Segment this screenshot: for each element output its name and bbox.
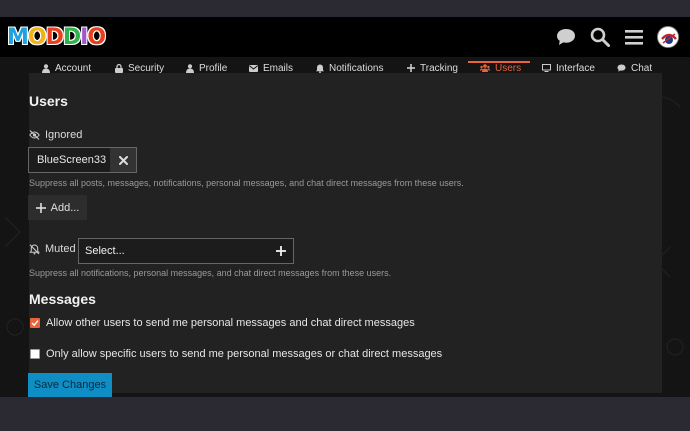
tab-label: Account xyxy=(55,62,92,74)
plus-icon xyxy=(276,246,286,256)
chat-bubble-icon[interactable] xyxy=(554,25,578,49)
ignored-help-text: Suppress all posts, messages, notificati… xyxy=(29,178,464,188)
allow-pm-checkbox[interactable] xyxy=(30,318,40,328)
muted-label: Muted xyxy=(45,243,76,255)
bottom-letterbox xyxy=(0,397,690,431)
envelope-icon xyxy=(249,64,258,72)
add-button-label: Add... xyxy=(50,201,80,214)
messages-section-title: Messages xyxy=(29,291,96,307)
muted-select-placeholder: Select... xyxy=(85,245,125,257)
close-icon xyxy=(118,155,128,165)
lock-icon xyxy=(115,63,123,73)
monitor-icon xyxy=(542,64,551,72)
users-icon xyxy=(480,64,490,72)
chat-bubble-icon xyxy=(617,64,626,72)
tab-label: Users xyxy=(495,62,522,74)
preferences-panel xyxy=(29,73,662,393)
bell-slash-icon xyxy=(29,243,40,254)
tab-label: Profile xyxy=(199,62,228,74)
remove-chip-button[interactable] xyxy=(110,148,136,172)
tab-label: Emails xyxy=(263,62,294,74)
add-ignored-user-button[interactable]: Add... xyxy=(28,195,87,220)
allow-specific-option: Only allow specific users to send me per… xyxy=(30,348,442,360)
users-section-title: Users xyxy=(29,93,68,109)
allow-pm-label: Allow other users to send me personal me… xyxy=(46,317,415,329)
tab-label: Interface xyxy=(556,62,595,74)
tab-label: Notifications xyxy=(329,62,384,74)
user-icon xyxy=(42,63,50,73)
tab-label: Tracking xyxy=(420,62,458,74)
checkmark-icon xyxy=(31,320,39,327)
ignored-label-row: Ignored xyxy=(29,129,82,141)
ignored-users-chooser: BlueScreen33 xyxy=(28,147,137,173)
plus-icon xyxy=(407,64,415,72)
top-header: MODDIO xyxy=(0,17,690,57)
save-changes-button[interactable]: Save Changes xyxy=(28,373,112,397)
ignored-label: Ignored xyxy=(45,129,83,141)
eye-slash-icon xyxy=(29,130,40,140)
top-letterbox xyxy=(0,0,690,17)
search-icon[interactable] xyxy=(588,25,612,49)
allow-pm-option: Allow other users to send me personal me… xyxy=(30,317,415,329)
hamburger-menu-icon[interactable] xyxy=(622,25,646,49)
tab-label: Security xyxy=(128,62,165,74)
avatar[interactable] xyxy=(656,25,680,49)
user-icon xyxy=(186,63,194,73)
muted-help-text: Suppress all notifications, personal mes… xyxy=(29,268,392,278)
muted-label-row: Muted xyxy=(29,243,76,255)
plus-icon xyxy=(35,202,46,213)
tab-label: Chat xyxy=(631,62,653,74)
muted-users-select[interactable]: Select... xyxy=(78,238,294,264)
active-tab-indicator xyxy=(468,61,530,63)
allow-specific-checkbox[interactable] xyxy=(30,349,40,359)
allow-specific-label: Only allow specific users to send me per… xyxy=(46,348,443,360)
bell-icon xyxy=(316,64,324,73)
ignored-user-chip: BlueScreen33 xyxy=(37,154,107,166)
site-logo[interactable]: MODDIO xyxy=(7,23,106,51)
